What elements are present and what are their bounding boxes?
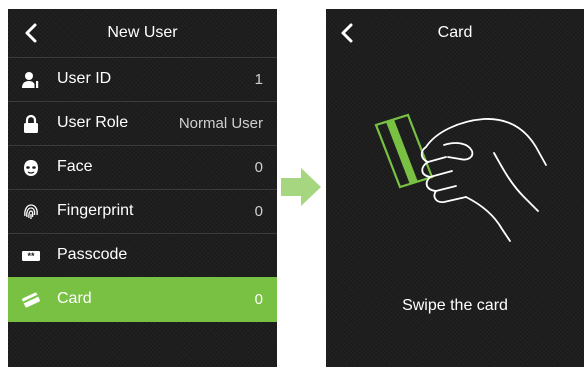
- menu-item-value: 0: [254, 159, 263, 176]
- menu-item-label: Card: [57, 290, 92, 307]
- face-icon: [24, 160, 38, 176]
- menu-item-value: 0: [254, 203, 263, 220]
- menu-item-label: Fingerprint: [57, 202, 134, 219]
- menu-item-value: 0: [254, 291, 263, 308]
- svg-text:**: **: [27, 251, 35, 261]
- menu-item-user-role[interactable]: User Role Normal User: [8, 101, 277, 146]
- menu-item-face[interactable]: Face 0: [8, 145, 277, 190]
- menu-item-fingerprint[interactable]: Fingerprint 0: [8, 189, 277, 234]
- user-id-icon: [22, 72, 39, 88]
- menu-item-label: Passcode: [57, 246, 128, 263]
- card-icon: [22, 292, 40, 308]
- swipe-card-illustration: [374, 113, 547, 242]
- menu-item-label: Face: [57, 158, 93, 175]
- hand-icon: [420, 118, 547, 242]
- fingerprint-icon: [24, 204, 38, 219]
- card-screen: Card Swipe the card: [326, 9, 584, 367]
- swipe-card-prompt: Swipe the card: [402, 297, 508, 314]
- menu-item-passcode[interactable]: ** Passcode: [8, 233, 277, 278]
- page-title: New User: [107, 24, 178, 41]
- menu-item-card[interactable]: Card 0: [8, 277, 277, 322]
- menu-item-value: Normal User: [178, 115, 263, 132]
- menu-item-user-id[interactable]: User ID 1: [8, 57, 277, 102]
- menu-item-label: User ID: [57, 70, 112, 87]
- passcode-icon: **: [22, 251, 40, 261]
- menu-item-label: User Role: [57, 114, 129, 131]
- header: New User: [8, 9, 277, 57]
- next-arrow-icon: [281, 168, 321, 206]
- lock-icon: [24, 114, 38, 133]
- menu-item-value: 1: [254, 71, 263, 88]
- new-user-screen: New User User ID 1 User Role Normal User…: [8, 9, 277, 367]
- card-icon: [374, 113, 434, 189]
- header: Card: [326, 9, 584, 57]
- page-title: Card: [437, 24, 473, 41]
